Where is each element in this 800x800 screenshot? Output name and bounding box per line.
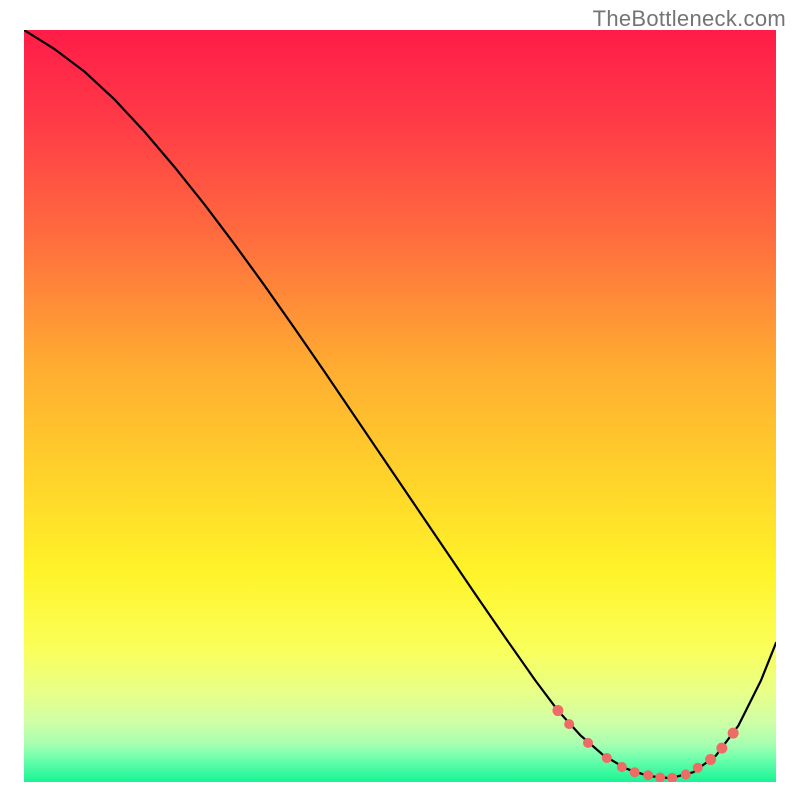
chart-marker-dot [630,767,640,777]
chart-marker-dot [728,728,739,739]
watermark-label: TheBottleneck.com [593,6,786,32]
chart-svg [24,30,776,782]
chart-marker-dot [583,738,593,748]
chart-marker-dot [617,762,627,772]
chart-plot-area [24,30,776,782]
chart-marker-dot [643,770,653,780]
chart-marker-dot [693,763,703,773]
chart-marker-dot [716,743,727,754]
chart-marker-dot [602,753,612,763]
chart-marker-dot [705,754,716,765]
chart-marker-dot [552,705,563,716]
chart-background-gradient [24,30,776,782]
chart-marker-dot [681,769,691,779]
chart-marker-dot [564,719,574,729]
